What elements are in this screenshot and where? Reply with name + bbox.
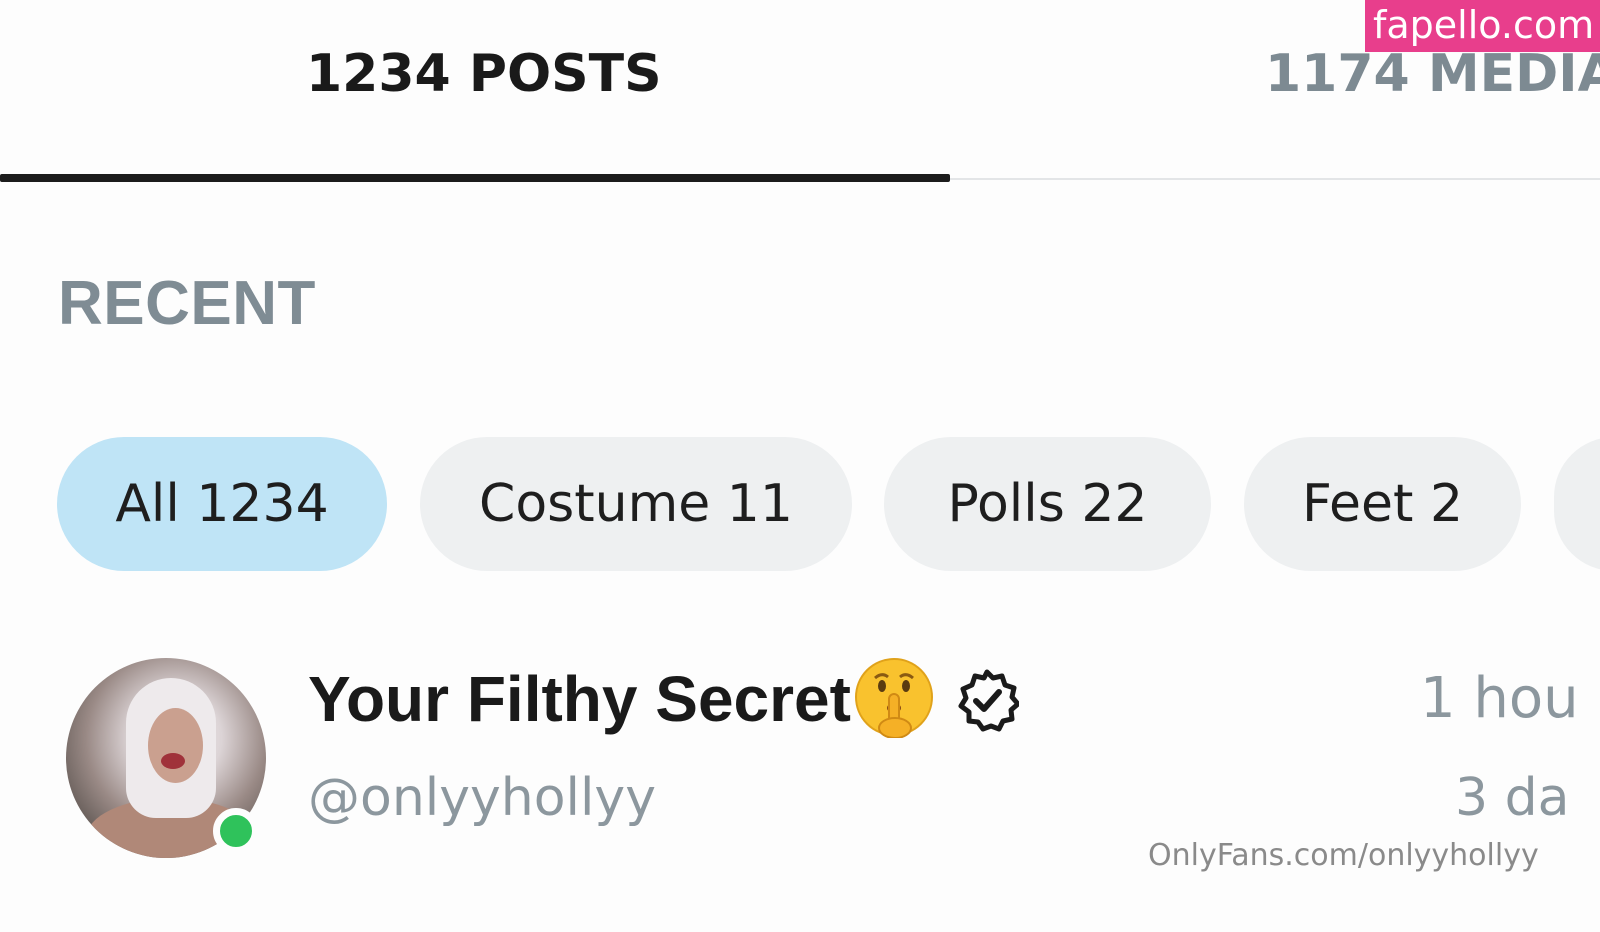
shushing-face-icon bbox=[855, 658, 933, 738]
filter-chip-all[interactable]: All 1234 bbox=[57, 437, 387, 571]
verified-badge-icon bbox=[958, 669, 1019, 732]
post-header: Your Filthy Secret @onlyyhollyy 1 hou 3 … bbox=[0, 650, 1600, 932]
section-title: RECENT bbox=[58, 269, 316, 338]
post-time-secondary: 3 da bbox=[1455, 768, 1570, 828]
filter-chip-feet[interactable]: Feet 2 bbox=[1244, 437, 1521, 571]
active-tab-indicator bbox=[0, 174, 950, 182]
avatar-mouth-shape bbox=[161, 753, 185, 769]
source-url-watermark: OnlyFans.com/onlyyhollyy bbox=[1148, 838, 1539, 873]
display-name[interactable]: Your Filthy Secret bbox=[308, 662, 851, 736]
online-status-indicator bbox=[213, 808, 259, 854]
tab-posts[interactable]: 1234 POSTS bbox=[306, 44, 662, 104]
tab-bar: 1234 POSTS 1174 MEDIA bbox=[0, 0, 1600, 185]
tab-media[interactable]: 1174 MEDIA bbox=[1265, 44, 1600, 104]
filter-chip-more[interactable] bbox=[1554, 437, 1600, 571]
tab-divider bbox=[950, 178, 1600, 180]
avatar-face-shape bbox=[148, 708, 203, 783]
filter-chip-costume[interactable]: Costume 11 bbox=[420, 437, 852, 571]
post-time: 1 hou bbox=[1420, 666, 1579, 731]
user-handle[interactable]: @onlyyhollyy bbox=[308, 768, 656, 828]
filter-chips: All 1234 Costume 11 Polls 22 Feet 2 bbox=[0, 437, 1600, 571]
filter-chip-polls[interactable]: Polls 22 bbox=[884, 437, 1211, 571]
